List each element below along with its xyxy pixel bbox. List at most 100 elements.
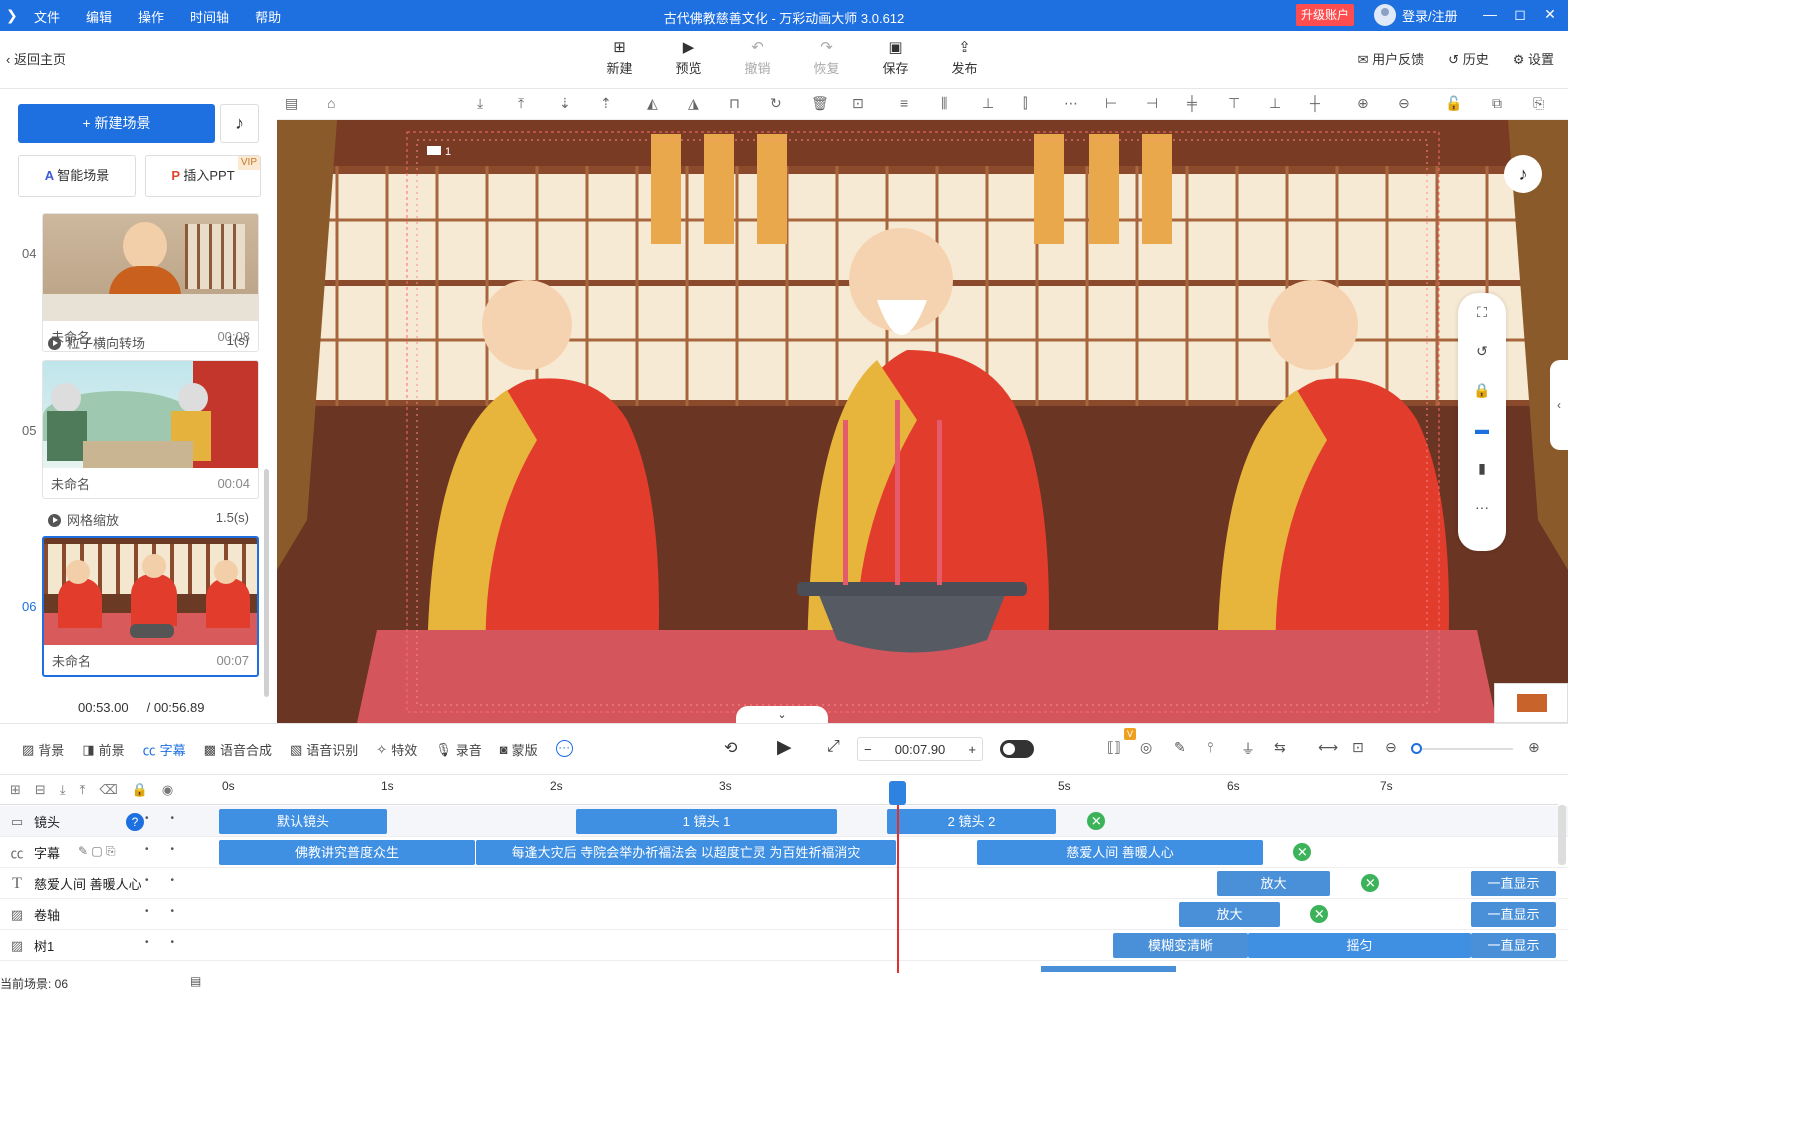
- align-middle-icon[interactable]: ┼: [1310, 95, 1320, 111]
- time-value[interactable]: 00:07.90: [895, 742, 946, 757]
- timeline-clip[interactable]: 佛教讲究普度众生: [219, 840, 475, 865]
- distribute-v-icon[interactable]: ⋯: [1064, 95, 1078, 112]
- transition-item[interactable]: 网格缩放 1.5(s): [48, 510, 249, 529]
- filter-icon[interactable]: ⏚: [1241, 739, 1255, 759]
- minus-icon[interactable]: −: [864, 742, 872, 757]
- add-keyframe-icon[interactable]: ✕: [1357, 870, 1383, 896]
- stage-canvas[interactable]: 1: [277, 120, 1568, 723]
- zoom-in-icon[interactable]: ⊕: [1357, 95, 1369, 112]
- camera-icon[interactable]: ◎: [1140, 739, 1152, 756]
- undo-button[interactable]: ↶ 撤销: [723, 38, 792, 77]
- more-tabs-icon[interactable]: ···: [555, 740, 573, 757]
- zoom-slider-handle[interactable]: [1411, 743, 1422, 754]
- feedback-button[interactable]: ✉ 用户反馈: [1358, 49, 1425, 68]
- fit-width-icon[interactable]: ⟷: [1318, 739, 1338, 756]
- publish-button[interactable]: ⇪ 发布: [930, 38, 999, 77]
- add-keyframe-icon[interactable]: ✕: [1306, 901, 1332, 927]
- tab-foreground[interactable]: ◨ 前景: [82, 740, 124, 759]
- timeline-clip[interactable]: 摇匀: [1248, 933, 1471, 958]
- ratio-icon[interactable]: ⊡: [1352, 739, 1364, 756]
- align-top-icon[interactable]: ⊤: [1228, 95, 1240, 112]
- track-options[interactable]: ••: [145, 906, 196, 917]
- edit-icon[interactable]: ✎: [1174, 739, 1186, 756]
- plus-icon[interactable]: +: [968, 742, 976, 757]
- toggle-switch[interactable]: [1000, 740, 1034, 758]
- move-down-icon[interactable]: ⇣: [559, 95, 571, 112]
- distribute-h-icon[interactable]: ⫼: [941, 95, 947, 112]
- track-options[interactable]: ••: [145, 937, 196, 948]
- timeline-clip[interactable]: 1 镜头 1: [576, 809, 837, 834]
- minimize-icon[interactable]: —: [1482, 6, 1498, 22]
- rotate-icon[interactable]: ↻: [770, 95, 782, 112]
- timeline-clip[interactable]: 慈爱人间 善暖人心: [977, 840, 1263, 865]
- flip-horizontal-icon[interactable]: ◭: [647, 95, 658, 112]
- eye-icon[interactable]: ◉: [162, 782, 173, 798]
- timeline-clip[interactable]: 一直显示: [1471, 871, 1556, 896]
- tab-effects[interactable]: ✧ 特效: [376, 740, 417, 759]
- zoom-out-icon[interactable]: ⊖: [1385, 739, 1397, 756]
- timeline-ruler[interactable]: 0s 1s 2s 3s 5s 6s 7s: [218, 775, 1558, 805]
- fit-icon[interactable]: ⟦⟧: [1107, 739, 1121, 756]
- align-center-icon[interactable]: ≡: [900, 95, 908, 111]
- add-keyframe-icon[interactable]: ✕: [1083, 808, 1109, 834]
- track-edit-icon[interactable]: ✎ ▢ ⎘: [78, 844, 116, 859]
- timeline-clip[interactable]: 放大: [1217, 871, 1330, 896]
- align-hcenter-icon[interactable]: ╪: [1187, 95, 1197, 111]
- music-note-icon[interactable]: ♪: [220, 104, 259, 143]
- scene-card-06[interactable]: 未命名 00:07: [42, 536, 259, 677]
- scene-scrollbar[interactable]: [264, 469, 269, 697]
- back-home-button[interactable]: ‹ 返回主页: [6, 49, 66, 68]
- time-stepper[interactable]: − 00:07.90 +: [857, 737, 983, 761]
- timeline-clip-partial[interactable]: [1041, 966, 1176, 972]
- upgrade-button[interactable]: 升级账户: [1296, 4, 1355, 26]
- save-button[interactable]: ▣ 保存: [861, 38, 930, 77]
- tab-mask[interactable]: ◙ 蒙版: [500, 740, 538, 759]
- split-icon[interactable]: ⫯: [1207, 739, 1213, 756]
- lock-icon[interactable]: ⊓: [729, 95, 740, 112]
- lock-icon[interactable]: 🔒: [132, 782, 148, 798]
- collapse-panel-icon[interactable]: ‹: [1550, 360, 1568, 450]
- playhead-handle[interactable]: [889, 781, 906, 805]
- settings-button[interactable]: ⚙ 设置: [1513, 49, 1554, 68]
- play-icon[interactable]: ▶: [777, 736, 792, 759]
- help-icon[interactable]: ?: [126, 813, 144, 831]
- scene-card-04[interactable]: 未命名 00:08: [42, 213, 259, 352]
- copy-icon[interactable]: ⧉: [1492, 95, 1502, 112]
- fullscreen-icon[interactable]: ⤢: [827, 738, 840, 756]
- minimap-thumbnail[interactable]: [1494, 683, 1568, 723]
- landscape-icon[interactable]: ▬: [1458, 410, 1506, 449]
- track-row-subtitles[interactable]: ㏄字幕 ✎ ▢ ⎘ •• 佛教讲究普度众生 每逢大灾后 寺院会举办祈福法会 以超度亡…: [0, 837, 1568, 868]
- collapse-timeline-icon[interactable]: ⌄: [736, 706, 828, 724]
- scene-card-05[interactable]: 未命名 00:04: [42, 360, 259, 499]
- tab-tts[interactable]: ▩ 语音合成: [204, 740, 272, 759]
- tab-speech-recognition[interactable]: ▧ 语音识别: [290, 740, 358, 759]
- track-row-camera[interactable]: ▭ 镜头? •• 默认镜头 1 镜头 1 2 镜头 2 ✕: [0, 806, 1568, 837]
- preview-button[interactable]: ▶ 预览: [654, 38, 723, 77]
- lock-icon[interactable]: 🔒: [1458, 371, 1506, 410]
- track-options[interactable]: ••: [145, 813, 196, 824]
- login-button[interactable]: 登录/注册: [1374, 4, 1458, 26]
- align-right-icon[interactable]: ⊣: [1146, 95, 1158, 112]
- home-icon[interactable]: ⌂: [327, 95, 335, 111]
- align-base-icon[interactable]: ⊥: [1269, 95, 1281, 112]
- add-keyframe-icon[interactable]: ✕: [1289, 839, 1315, 865]
- track-options[interactable]: ••: [145, 875, 196, 886]
- unlock-icon[interactable]: 🔓: [1445, 95, 1462, 112]
- timeline-clip[interactable]: 模糊变清晰: [1113, 933, 1248, 958]
- maximize-icon[interactable]: ◻: [1512, 6, 1528, 22]
- align-left-icon[interactable]: ⊢: [1105, 95, 1117, 112]
- history-button[interactable]: ↺ 历史: [1448, 49, 1489, 68]
- track-row-text[interactable]: T 慈爱人间 善暖人心 •• 放大 ✕ 一直显示: [0, 868, 1568, 899]
- new-button[interactable]: ⊞ 新建: [585, 38, 654, 77]
- add-track-icon[interactable]: ⊟: [35, 782, 46, 798]
- tab-record[interactable]: 🎙 录音: [435, 740, 482, 759]
- align-sides-icon[interactable]: ⫿: [1023, 95, 1027, 112]
- zoom-slider-track[interactable]: [1417, 748, 1513, 750]
- move-up-icon[interactable]: ⤒: [80, 782, 86, 798]
- transition-item[interactable]: 粒子横向转场 1(s): [48, 333, 249, 352]
- zoom-in-icon[interactable]: ⊕: [1528, 739, 1540, 756]
- tab-background[interactable]: ▨ 背景: [22, 740, 64, 759]
- tab-subtitles[interactable]: ㏄字幕: [143, 740, 186, 759]
- timeline-clip[interactable]: 2 镜头 2: [887, 809, 1056, 834]
- timeline-clip[interactable]: 放大: [1179, 902, 1280, 927]
